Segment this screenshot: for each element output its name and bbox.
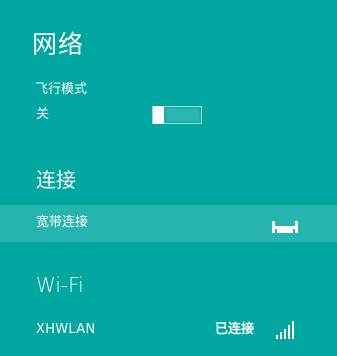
connection-item-broadband[interactable]: 宽带连接 — [0, 205, 337, 242]
connections-section-title: 连接 — [36, 168, 76, 192]
wifi-connection-status: 已连接 — [215, 322, 255, 337]
wifi-section-title: Wi-Fi — [36, 273, 84, 297]
connection-item-label: 宽带连接 — [36, 215, 89, 230]
airplane-mode-state: 关 — [36, 107, 50, 122]
panel-title: 网络 — [32, 30, 85, 59]
wifi-network-item[interactable]: XHWLAN 已连接 — [0, 316, 337, 346]
airplane-mode-toggle[interactable] — [152, 106, 202, 124]
toggle-track — [167, 109, 199, 121]
wifi-network-name: XHWLAN — [36, 322, 96, 337]
toggle-knob — [153, 106, 164, 124]
ethernet-icon — [272, 218, 298, 233]
wifi-signal-icon — [276, 321, 296, 339]
airplane-mode-label: 飞行模式 — [35, 82, 88, 97]
